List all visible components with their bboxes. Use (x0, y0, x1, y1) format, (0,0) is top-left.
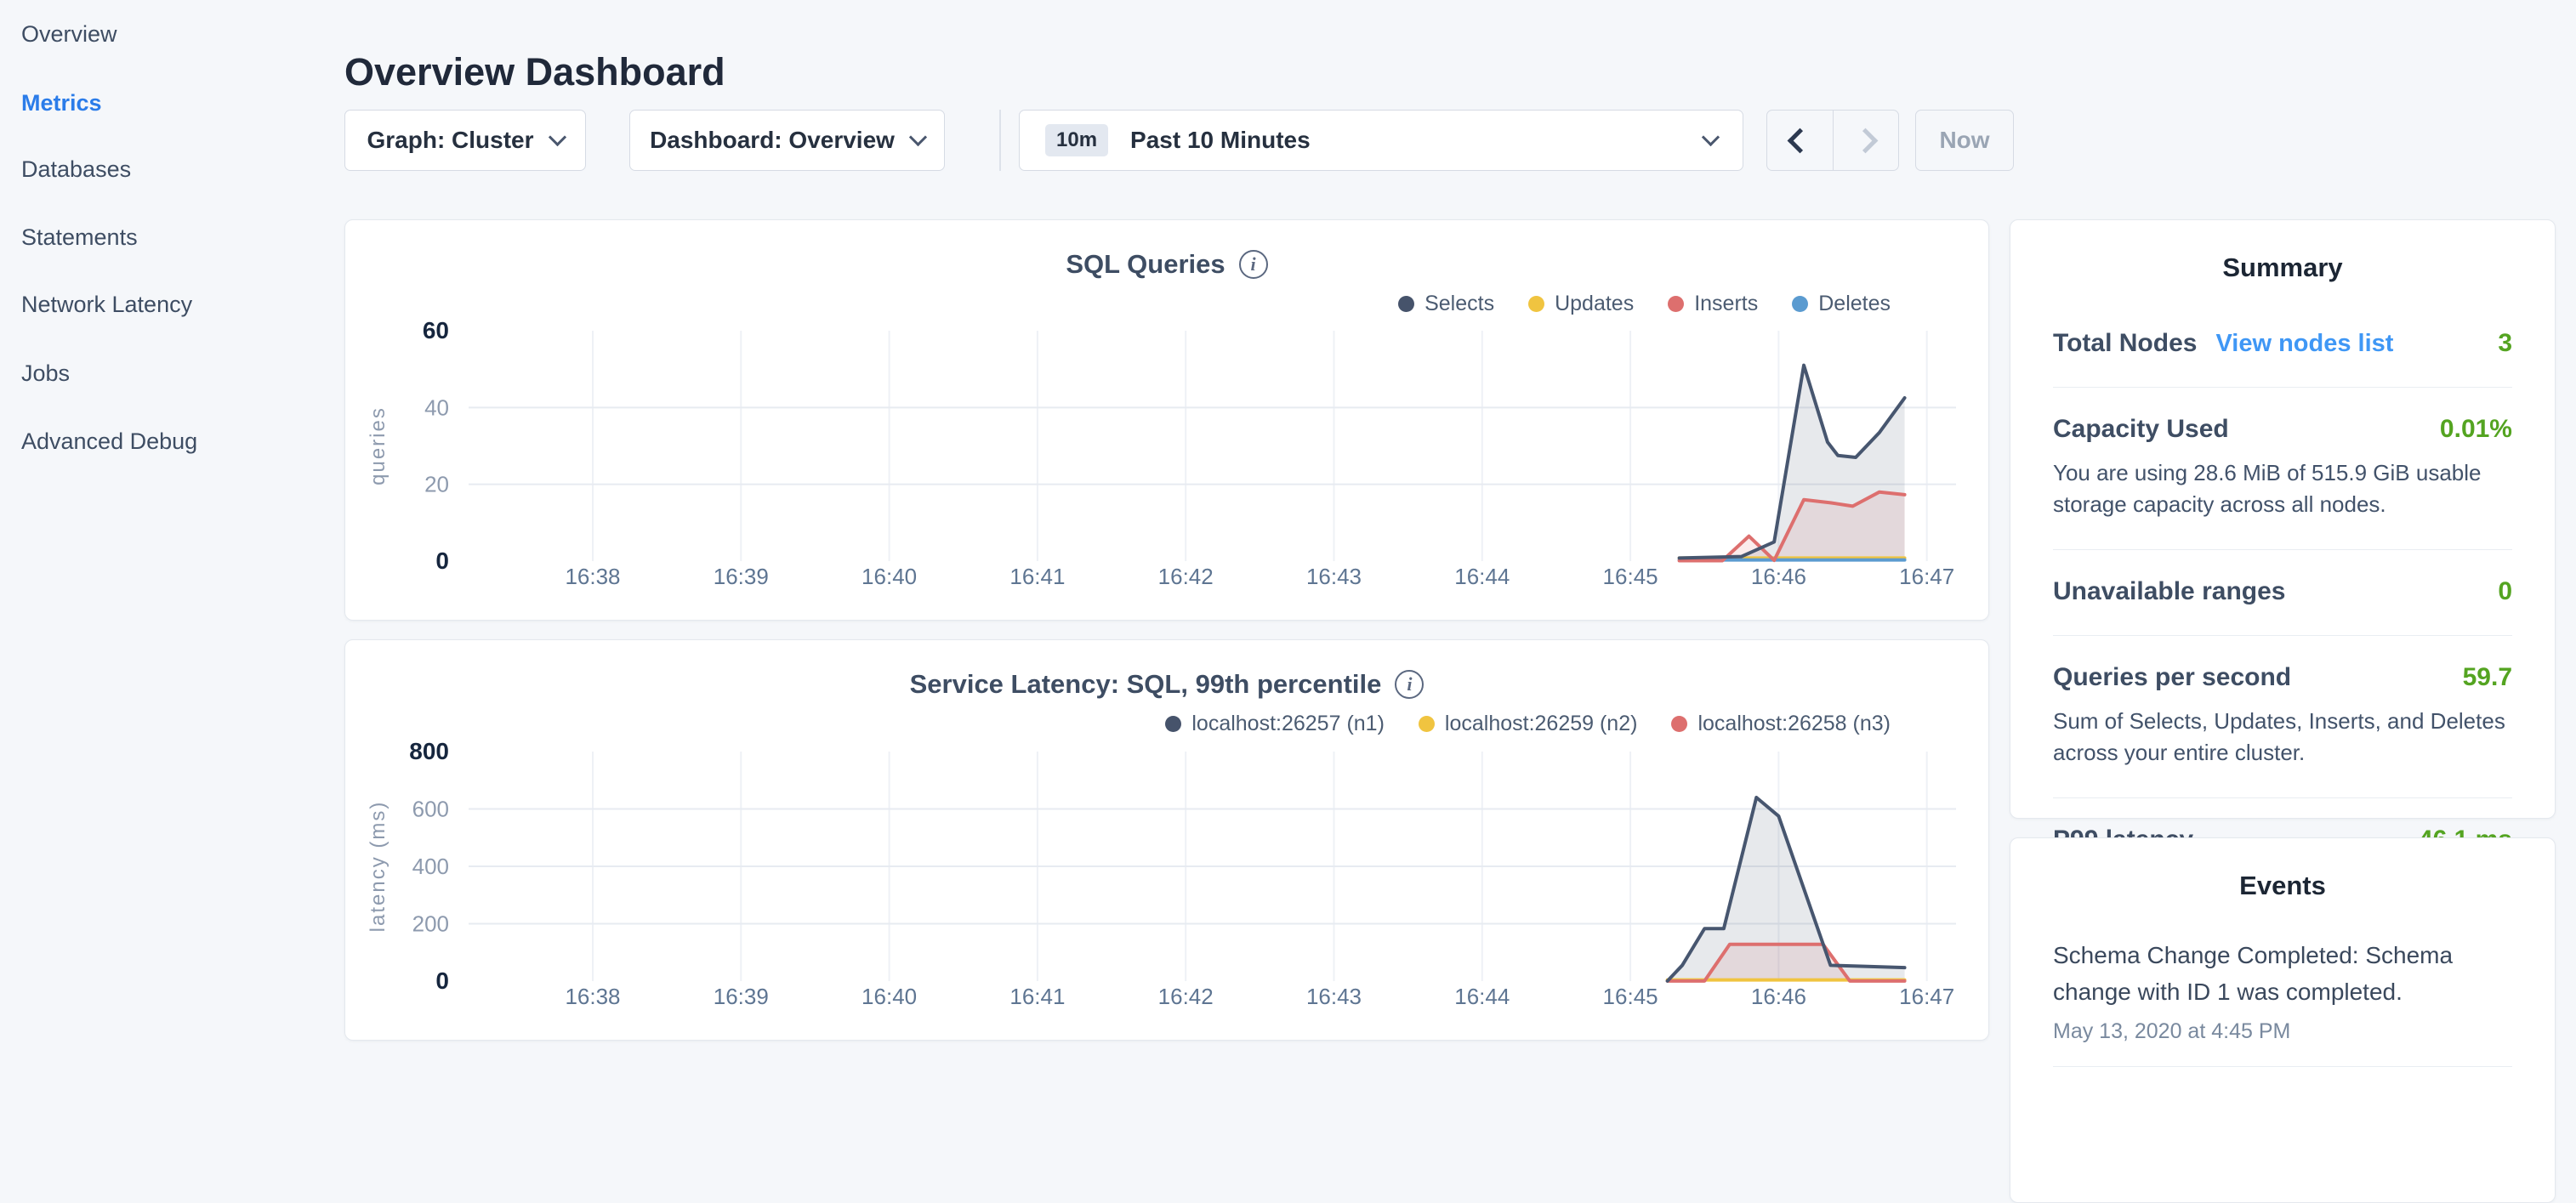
summary-row-label: Total Nodes (2053, 329, 2197, 358)
event-list-item: Schema Change Completed: Schema change w… (2053, 937, 2512, 1067)
svg-text:16:39: 16:39 (714, 564, 769, 589)
summary-row-label: Queries per second (2053, 663, 2291, 692)
sidebar-item-databases[interactable]: Databases (21, 152, 131, 186)
time-step-forward-button[interactable] (1834, 111, 1899, 170)
time-step-back-button[interactable] (1767, 111, 1834, 170)
event-timestamp: May 13, 2020 at 4:45 PM (2053, 1019, 2512, 1044)
svg-text:400: 400 (412, 854, 449, 879)
svg-text:0: 0 (435, 548, 449, 574)
summary-row-total-nodes: Total Nodes View nodes list 3 (2053, 283, 2512, 387)
summary-row-queries-per-second: Queries per second 59.7 Sum of Selects, Up… (2053, 635, 2512, 797)
summary-row-value: 3 (2498, 329, 2512, 358)
svg-text:16:44: 16:44 (1454, 564, 1510, 589)
time-range-badge: 10m (1045, 124, 1108, 156)
svg-text:queries: queries (367, 406, 390, 485)
svg-text:16:41: 16:41 (1009, 984, 1065, 1009)
svg-text:16:47: 16:47 (1899, 564, 1954, 589)
svg-text:16:42: 16:42 (1158, 564, 1214, 589)
event-text: Schema Change Completed: Schema change w… (2053, 937, 2512, 1011)
svg-text:16:40: 16:40 (862, 984, 917, 1009)
svg-text:latency (ms): latency (ms) (367, 801, 390, 933)
graph-source-dropdown[interactable]: Graph: Cluster (344, 110, 586, 171)
sidebar-item-overview[interactable]: Overview (21, 17, 117, 51)
svg-text:16:40: 16:40 (862, 564, 917, 589)
svg-text:16:43: 16:43 (1306, 564, 1362, 589)
svg-text:16:38: 16:38 (565, 564, 620, 589)
chart-plot-area[interactable]: 0 200 400 600 800 16:38 16:39 16:40 16:41 16:42 16… (345, 640, 1988, 1040)
chevron-left-icon (1787, 128, 1812, 153)
sidebar-item-statements[interactable]: Statements (21, 220, 138, 254)
service-latency-chart-card: Service Latency: SQL, 99th percentileilo… (344, 639, 1989, 1041)
summary-panel: Summary Total Nodes View nodes list 3 Capac… (2010, 219, 2556, 819)
summary-row-subtext: You are using 28.6 MiB of 515.9 GiB usab… (2053, 457, 2512, 520)
svg-text:16:38: 16:38 (565, 984, 620, 1009)
summary-row-capacity-used: Capacity Used 0.01% You are using 28.6 MiB… (2053, 387, 2512, 549)
summary-row-unavailable-ranges: Unavailable ranges 0 (2053, 549, 2512, 635)
app-root: { "colors":{"active_blue":"#2b7ce9","lin… (0, 0, 2576, 1051)
svg-text:16:46: 16:46 (1751, 564, 1806, 589)
view-nodes-list-link[interactable]: View nodes list (2215, 330, 2393, 358)
summary-row-value: 0.01% (2440, 415, 2512, 444)
svg-text:16:42: 16:42 (1158, 984, 1214, 1009)
now-button[interactable]: Now (1915, 110, 2014, 171)
time-range-selector[interactable]: 10m Past 10 Minutes (1019, 110, 1743, 171)
svg-text:200: 200 (412, 911, 449, 937)
chevron-down-icon (909, 128, 927, 145)
summary-row-value: 0 (2498, 577, 2512, 606)
sidebar-item-metrics[interactable]: Metrics (21, 86, 102, 120)
svg-text:800: 800 (409, 738, 449, 764)
summary-panel-title: Summary (2053, 253, 2512, 283)
svg-text:0: 0 (435, 968, 449, 994)
events-panel: Events Schema Change Completed: Schema c… (2010, 837, 2556, 1203)
dashboard-dropdown[interactable]: Dashboard: Overview (629, 110, 945, 171)
svg-text:60: 60 (423, 317, 449, 343)
sidebar-item-advanced-debug[interactable]: Advanced Debug (21, 424, 197, 458)
svg-text:16:43: 16:43 (1306, 984, 1362, 1009)
graph-source-dropdown-label: Graph: Cluster (367, 127, 533, 154)
chevron-right-icon (1853, 128, 1879, 153)
svg-text:600: 600 (412, 797, 449, 822)
svg-text:20: 20 (424, 472, 449, 497)
time-step-group (1766, 110, 1899, 171)
sidebar-item-jobs[interactable]: Jobs (21, 356, 70, 390)
dashboard-dropdown-label: Dashboard: Overview (650, 127, 895, 154)
time-range-label: Past 10 Minutes (1130, 127, 1311, 154)
summary-row-label: Capacity Used (2053, 415, 2229, 444)
chevron-down-icon (1702, 128, 1720, 145)
svg-text:16:39: 16:39 (714, 984, 769, 1009)
summary-row-value: 59.7 (2463, 663, 2512, 692)
now-button-label: Now (1939, 127, 1989, 154)
svg-text:16:45: 16:45 (1603, 984, 1658, 1009)
summary-row-subtext: Sum of Selects, Updates, Inserts, and De… (2053, 706, 2512, 769)
chart-plot-area[interactable]: 0 20 40 60 16:38 16:39 16:40 16:41 16:42 16:43 16:… (345, 220, 1988, 620)
toolbar-divider (999, 110, 1001, 171)
chevron-down-icon (548, 128, 566, 145)
events-panel-title: Events (2053, 871, 2512, 901)
svg-text:16:47: 16:47 (1899, 984, 1954, 1009)
page-title: Overview Dashboard (344, 49, 725, 95)
svg-text:16:44: 16:44 (1454, 984, 1510, 1009)
svg-text:40: 40 (424, 394, 449, 420)
sql-queries-chart-card: SQL QueriesiSelectsUpdatesInsertsDeletes… (344, 219, 1989, 621)
svg-text:16:41: 16:41 (1009, 564, 1065, 589)
sidebar-item-network-latency[interactable]: Network Latency (21, 287, 192, 321)
summary-row-label: Unavailable ranges (2053, 577, 2285, 606)
svg-text:16:46: 16:46 (1751, 984, 1806, 1009)
svg-text:16:45: 16:45 (1603, 564, 1658, 589)
